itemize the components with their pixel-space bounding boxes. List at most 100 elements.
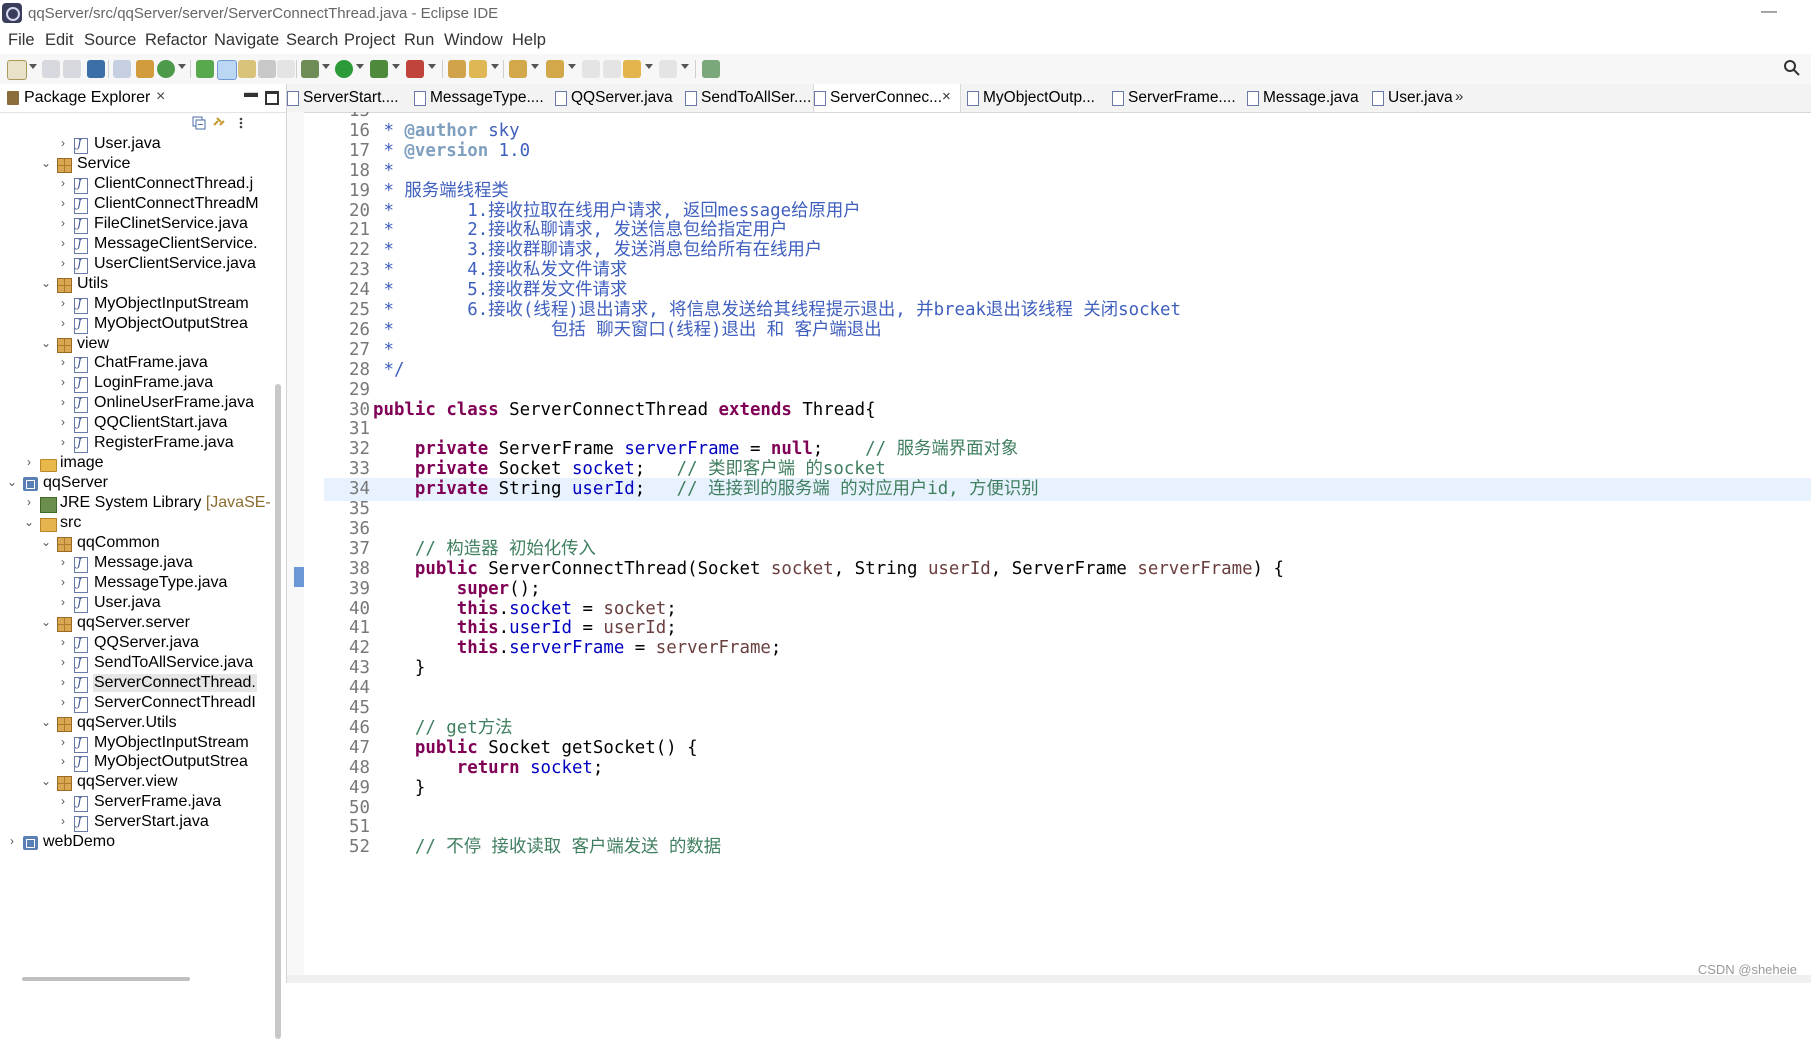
collapse-all-icon[interactable] — [192, 116, 206, 130]
menu-file[interactable]: File — [8, 31, 35, 50]
collapsed-twisty-icon[interactable]: › — [57, 415, 69, 429]
expanded-twisty-icon[interactable]: ⌄ — [40, 715, 52, 729]
forward-history-icon[interactable] — [603, 60, 621, 78]
forward-icon[interactable] — [659, 60, 677, 78]
collapsed-twisty-icon[interactable]: › — [57, 695, 69, 709]
collapsed-twisty-icon[interactable]: › — [57, 555, 69, 569]
collapsed-twisty-icon[interactable]: › — [57, 814, 69, 828]
collapsed-twisty-icon[interactable]: › — [57, 176, 69, 190]
collapsed-twisty-icon[interactable]: › — [57, 216, 69, 230]
save-icon[interactable] — [42, 60, 60, 78]
editor-horizontal-scrollbar[interactable] — [287, 975, 1811, 983]
menu-refactor[interactable]: Refactor — [145, 31, 207, 50]
next-annotation-dropdown-icon[interactable] — [531, 64, 539, 69]
link-with-editor-icon[interactable] — [212, 116, 226, 130]
show-whitespace-icon[interactable] — [277, 60, 295, 78]
search-toolbar-icon[interactable] — [469, 60, 487, 78]
word-wrap-icon[interactable] — [258, 60, 276, 78]
collapsed-twisty-icon[interactable]: › — [23, 495, 35, 509]
back-dropdown-icon[interactable] — [645, 64, 653, 69]
new-package-icon[interactable] — [136, 60, 154, 78]
collapsed-twisty-icon[interactable]: › — [6, 834, 18, 848]
editor-tab[interactable]: Message.java — [1247, 84, 1365, 112]
collapsed-twisty-icon[interactable]: › — [57, 675, 69, 689]
minimize-button[interactable]: — — [1757, 0, 1781, 24]
editor-tab[interactable]: SendToAllSer.... — [685, 84, 817, 112]
collapsed-twisty-icon[interactable]: › — [57, 655, 69, 669]
previous-annotation-icon[interactable] — [546, 60, 564, 78]
minimize-view-icon[interactable]: ▬ — [244, 84, 258, 100]
package-explorer-vertical-scrollbar[interactable] — [275, 384, 281, 1039]
collapsed-twisty-icon[interactable]: › — [57, 635, 69, 649]
collapsed-twisty-icon[interactable]: › — [57, 136, 69, 150]
new-dropdown-icon[interactable] — [29, 64, 37, 69]
menu-edit[interactable]: Edit — [45, 31, 73, 50]
close-tab-icon[interactable]: × — [942, 88, 951, 105]
new-class-icon[interactable] — [157, 60, 175, 78]
search-icon[interactable] — [1783, 59, 1801, 77]
collapsed-twisty-icon[interactable]: › — [57, 395, 69, 409]
collapsed-twisty-icon[interactable]: › — [57, 256, 69, 270]
expanded-twisty-icon[interactable]: ⌄ — [6, 475, 18, 489]
package-explorer-horizontal-scrollbar[interactable] — [22, 977, 190, 981]
forward-dropdown-icon[interactable] — [681, 64, 689, 69]
skip-breakpoints-icon[interactable] — [113, 60, 131, 78]
expanded-twisty-icon[interactable]: ⌄ — [40, 774, 52, 788]
last-edit-icon[interactable] — [582, 60, 600, 78]
close-view-icon[interactable]: × — [156, 88, 165, 106]
collapsed-twisty-icon[interactable]: › — [23, 455, 35, 469]
menu-search[interactable]: Search — [286, 31, 338, 50]
open-task-icon[interactable] — [448, 60, 466, 78]
debug-icon[interactable] — [301, 60, 319, 78]
debug-dropdown-icon[interactable] — [322, 64, 330, 69]
coverage-icon[interactable] — [370, 60, 388, 78]
menu-project[interactable]: Project — [344, 31, 395, 50]
expanded-twisty-icon[interactable]: ⌄ — [40, 535, 52, 549]
collapsed-twisty-icon[interactable]: › — [57, 435, 69, 449]
collapsed-twisty-icon[interactable]: › — [57, 735, 69, 749]
expanded-twisty-icon[interactable]: ⌄ — [40, 276, 52, 290]
editor-tab[interactable]: ServerFrame.... — [1112, 84, 1240, 112]
new-class-dropdown-icon[interactable] — [178, 64, 186, 69]
view-menu-icon[interactable] — [234, 116, 248, 130]
previous-annotation-dropdown-icon[interactable] — [568, 64, 576, 69]
tree-item[interactable]: › webDemo — [0, 832, 270, 855]
run-icon[interactable] — [335, 60, 353, 78]
menu-help[interactable]: Help — [512, 31, 546, 50]
collapsed-twisty-icon[interactable]: › — [57, 355, 69, 369]
save-all-icon[interactable] — [63, 60, 81, 78]
code-line[interactable]: 52 // 不停 接收读取 客户端发送 的数据 — [324, 836, 1811, 859]
back-icon[interactable] — [623, 60, 641, 78]
mark-occurrences-icon[interactable] — [217, 60, 237, 80]
collapsed-twisty-icon[interactable]: › — [57, 754, 69, 768]
collapsed-twisty-icon[interactable]: › — [57, 575, 69, 589]
run-dropdown-icon[interactable] — [356, 64, 364, 69]
editor-tab[interactable]: MyObjectOutp... — [967, 84, 1107, 112]
editor-tab[interactable]: MessageType.... — [414, 84, 554, 112]
block-selection-icon[interactable] — [238, 60, 256, 78]
next-annotation-icon[interactable] — [509, 60, 527, 78]
new-icon[interactable] — [7, 60, 27, 80]
collapsed-twisty-icon[interactable]: › — [57, 794, 69, 808]
code-area[interactable]: 15 *16 * @author sky17 * @version 1.018 … — [324, 112, 1811, 980]
expanded-twisty-icon[interactable]: ⌄ — [23, 515, 35, 529]
editor-tab[interactable]: User.java — [1372, 84, 1453, 112]
external-tools-icon[interactable] — [406, 60, 424, 78]
menu-source[interactable]: Source — [84, 31, 136, 50]
maximize-view-icon[interactable] — [265, 91, 279, 105]
collapsed-twisty-icon[interactable]: › — [57, 236, 69, 250]
collapsed-twisty-icon[interactable]: › — [57, 316, 69, 330]
package-explorer-title[interactable]: Package Explorer — [24, 89, 150, 107]
more-tabs-button[interactable]: » — [1455, 88, 1463, 105]
expanded-twisty-icon[interactable]: ⌄ — [40, 336, 52, 350]
pin-editor-icon[interactable] — [702, 60, 720, 78]
menu-run[interactable]: Run — [404, 31, 434, 50]
collapsed-twisty-icon[interactable]: › — [57, 296, 69, 310]
open-type-icon[interactable] — [196, 60, 214, 78]
terminal-icon[interactable] — [87, 60, 105, 78]
menu-navigate[interactable]: Navigate — [214, 31, 279, 50]
expanded-twisty-icon[interactable]: ⌄ — [40, 615, 52, 629]
collapsed-twisty-icon[interactable]: › — [57, 595, 69, 609]
editor-tab[interactable]: ServerConnec... × — [813, 84, 961, 112]
coverage-dropdown-icon[interactable] — [392, 64, 400, 69]
